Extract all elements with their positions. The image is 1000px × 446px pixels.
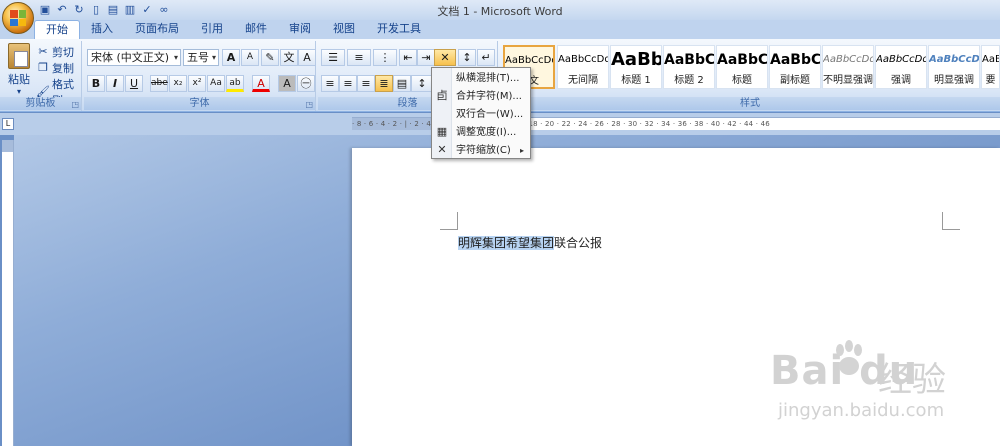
ribbon-tabs: 开始 插入 页面布局 引用 邮件 审阅 视图 开发工具 [0, 20, 1000, 39]
tab-home[interactable]: 开始 [34, 20, 80, 39]
chevron-down-icon: ▾ [16, 87, 21, 96]
office-button[interactable] [2, 2, 34, 34]
style-no-spacing[interactable]: AaBbCcDd 无间隔 [557, 45, 609, 89]
font-color-button[interactable]: A [252, 75, 270, 92]
strikethrough-button[interactable]: abe [150, 75, 168, 92]
chinese-layout-menu: 纵横混排(T)... 卣 合并字符(M)... 双行合一(W)... ▦ 调整宽… [431, 67, 531, 159]
selected-text[interactable]: 明辉集团希望集团 [458, 236, 555, 250]
menu-item-adjust-width[interactable]: ▦ 调整宽度(I)... [432, 123, 530, 142]
font-size-select[interactable]: 五号 ▾ [183, 49, 219, 66]
styles-group: AaBbCcDd 正文 AaBbCcDd 无间隔 AaBb 标题 1 AaBbC… [500, 41, 1000, 111]
grow-font-button[interactable]: A [222, 49, 240, 66]
align-left-icon[interactable]: ≡ [321, 75, 339, 92]
phonetic-guide-icon[interactable]: 文 [280, 49, 298, 66]
scissors-icon: ✂ [38, 45, 48, 58]
baidu-watermark: Bai du 经验 jingyan.baidu.com [760, 340, 1000, 446]
copy-button[interactable]: ❐ 复制 [36, 60, 74, 76]
align-center-icon[interactable]: ≡ [339, 75, 357, 92]
watermark-brand: 经验 [878, 360, 946, 400]
line-spacing-icon[interactable]: ↕ [411, 75, 433, 92]
chevron-down-icon: ▾ [211, 53, 216, 62]
change-case-button[interactable]: Aa [207, 75, 225, 92]
style-heading-2[interactable]: AaBbC 标题 2 [663, 45, 715, 89]
style-subtle-emphasis[interactable]: AaBbCcDd 不明显强调 [822, 45, 874, 89]
numbering-icon[interactable]: ≡ [347, 49, 371, 66]
chinese-layout-button[interactable]: ✕ [434, 49, 456, 66]
bold-button[interactable]: B [87, 75, 105, 92]
align-right-icon[interactable]: ≡ [357, 75, 375, 92]
tab-page-layout[interactable]: 页面布局 [124, 20, 190, 39]
dialog-launcher-icon[interactable]: ◳ [71, 100, 79, 109]
copy-icon: ❐ [38, 61, 48, 74]
increase-indent-icon[interactable]: ⇥ [417, 49, 435, 66]
subscript-button[interactable]: x₂ [169, 75, 187, 92]
margin-corner-mark [440, 212, 458, 230]
show-marks-icon[interactable]: ↵ [477, 49, 495, 66]
office-logo-icon [10, 10, 26, 26]
menu-item-vertical-horizontal[interactable]: 纵横混排(T)... [432, 69, 530, 88]
window-title: 文档 1 - Microsoft Word [437, 5, 563, 18]
menu-item-two-lines-in-one[interactable]: 双行合一(W)... [432, 105, 530, 124]
distributed-icon[interactable]: ▤ [393, 75, 411, 92]
watermark-url: jingyan.baidu.com [778, 400, 945, 421]
font-group: 宋体 (中文正文) ▾ 五号 ▾ A A ✎ 文 A B I U abe x₂ x²… [84, 41, 316, 111]
font-name-select[interactable]: 宋体 (中文正文) ▾ [87, 49, 181, 66]
style-strong[interactable]: AaBbCcDd 要 [981, 45, 1000, 89]
menu-item-combine-chars[interactable]: 卣 合并字符(M)... [432, 87, 530, 106]
style-heading-1[interactable]: AaBb 标题 1 [610, 45, 662, 89]
vertical-ruler[interactable] [2, 140, 14, 446]
paste-icon [8, 43, 30, 69]
tab-developer[interactable]: 开发工具 [366, 20, 432, 39]
style-emphasis[interactable]: AaBbCcDd 强调 [875, 45, 927, 89]
document-text-line[interactable]: 明辉集团希望集团联合公报 [458, 234, 602, 251]
submenu-arrow-icon: ▸ [519, 146, 524, 155]
paw-icon [836, 340, 862, 375]
highlight-button[interactable]: ab [226, 75, 244, 92]
font-group-label: 字体 [84, 97, 315, 110]
chevron-down-icon: ▾ [173, 53, 178, 62]
tab-selector-icon[interactable]: L [2, 118, 14, 130]
style-title[interactable]: AaBbC 标题 [716, 45, 768, 89]
tab-mailings[interactable]: 邮件 [234, 20, 278, 39]
body-text[interactable]: 联合公报 [554, 236, 602, 250]
shrink-font-button[interactable]: A [241, 49, 259, 66]
justify-icon[interactable]: ≣ [375, 75, 393, 92]
dialog-launcher-icon[interactable]: ◳ [305, 100, 313, 109]
combine-chars-icon: 卣 [436, 89, 448, 102]
title-bar: ▣ ↶ ↻ ▯ ▤ ▥ ✓ ∞ 文档 1 - Microsoft Word [0, 0, 1000, 20]
clipboard-group: 粘贴 ▾ ✂ 剪切 ❐ 复制 🖌 格式刷 剪贴板 ◳ [0, 41, 82, 111]
paste-button[interactable]: 粘贴 ▾ [6, 43, 32, 96]
tab-references[interactable]: 引用 [190, 20, 234, 39]
adjust-width-icon: ▦ [436, 125, 448, 138]
clipboard-group-label: 剪贴板 [0, 97, 81, 110]
bullets-icon[interactable]: ☰ [321, 49, 345, 66]
cut-button[interactable]: ✂ 剪切 [36, 44, 74, 60]
enclose-chars-icon[interactable]: ㊀ [297, 75, 315, 92]
underline-button[interactable]: U [125, 75, 143, 92]
clear-format-icon[interactable]: ✎ [261, 49, 279, 66]
multilevel-list-icon[interactable]: ⋮ [373, 49, 397, 66]
char-scale-icon: ✕ [437, 143, 447, 156]
margin-corner-mark [942, 212, 960, 230]
italic-button[interactable]: I [106, 75, 124, 92]
char-shading-icon[interactable]: A [278, 75, 296, 92]
styles-group-label: 样式 [500, 97, 1000, 110]
menu-item-char-scale[interactable]: ✕ 字符缩放(C) ▸ [432, 141, 530, 160]
tab-insert[interactable]: 插入 [80, 20, 124, 39]
tab-review[interactable]: 审阅 [278, 20, 322, 39]
style-subtitle[interactable]: AaBbC 副标题 [769, 45, 821, 89]
style-intense-emphasis[interactable]: AaBbCcDd 明显强调 [928, 45, 980, 89]
tab-view[interactable]: 视图 [322, 20, 366, 39]
sort-icon[interactable]: ↕ [458, 49, 476, 66]
char-border-icon[interactable]: A [298, 49, 316, 66]
decrease-indent-icon[interactable]: ⇤ [399, 49, 417, 66]
superscript-button[interactable]: x² [188, 75, 206, 92]
